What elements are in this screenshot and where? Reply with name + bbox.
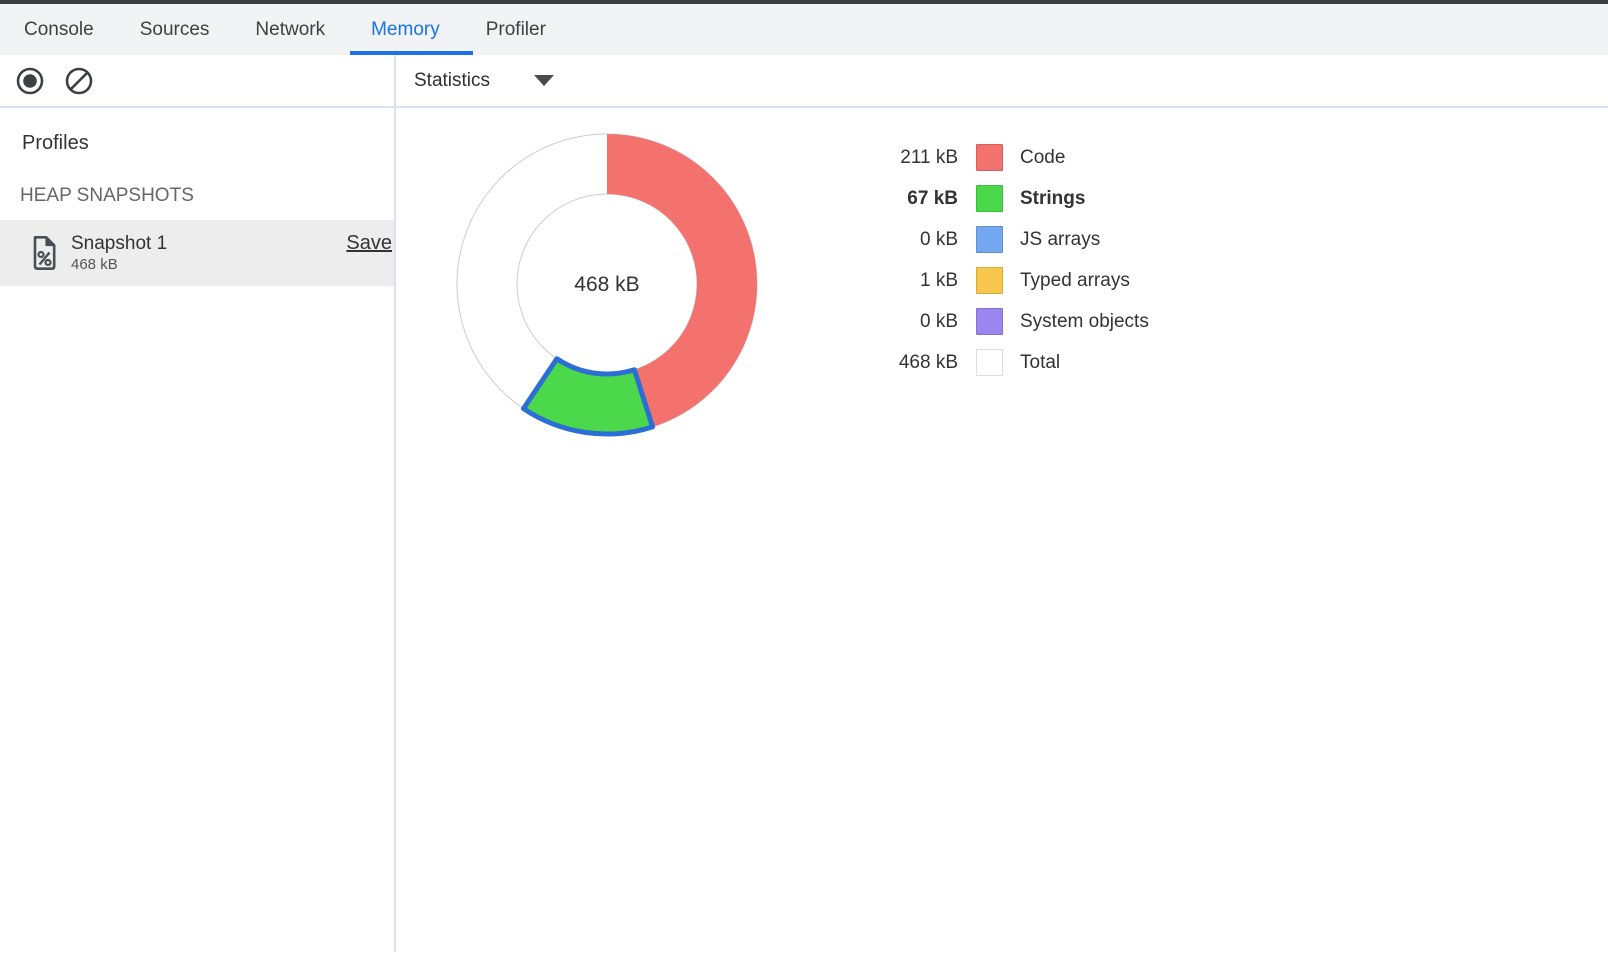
legend-label-strings: Strings (1020, 188, 1085, 210)
panel-tabs: ConsoleSourcesNetworkMemoryProfiler (1, 4, 569, 55)
save-snapshot-link[interactable]: Save (346, 232, 392, 255)
devtools-tab-bar: ConsoleSourcesNetworkMemoryProfiler (0, 4, 1608, 55)
tab-memory[interactable]: Memory (348, 4, 463, 55)
panel-content: Profiles HEAP SNAPSHOTS Snapshot 1 468 k… (0, 108, 1608, 952)
perspective-select-value: Statistics (414, 70, 490, 92)
legend-value-total: 468 kB (848, 352, 958, 374)
heap-snapshots-section-title: HEAP SNAPSHOTS (20, 185, 394, 207)
legend-swatch-code (976, 144, 1003, 171)
snapshot-text: Snapshot 1 468 kB (71, 233, 167, 273)
dropdown-arrow-icon (533, 74, 555, 87)
clear-icon (64, 66, 94, 96)
legend-row-js-arrays: 0 kB JS arrays (848, 219, 1149, 260)
donut-total-label: 468 kB (574, 273, 639, 296)
legend-label-js-arrays: JS arrays (1020, 229, 1100, 251)
legend-swatch-js-arrays (976, 226, 1003, 253)
profiles-heading: Profiles (22, 132, 394, 155)
tab-console[interactable]: Console (1, 4, 117, 55)
clear-profiles-button[interactable] (64, 66, 94, 96)
legend-swatch-system-objects (976, 308, 1003, 335)
legend-value-typed-arrays: 1 kB (848, 270, 958, 292)
legend-row-total: 468 kB Total (848, 342, 1149, 383)
tab-network[interactable]: Network (232, 4, 348, 55)
record-heap-snapshot-button[interactable] (15, 66, 45, 96)
legend-value-system-objects: 0 kB (848, 311, 958, 333)
legend-label-system-objects: System objects (1020, 311, 1149, 333)
legend-label-code: Code (1020, 147, 1065, 169)
legend-swatch-strings (976, 185, 1003, 212)
legend-row-system-objects: 0 kB System objects (848, 301, 1149, 342)
profiles-sidebar: Profiles HEAP SNAPSHOTS Snapshot 1 468 k… (0, 108, 396, 952)
donut-slice-strings[interactable] (523, 359, 652, 434)
record-icon (15, 66, 45, 96)
legend-value-code: 211 kB (848, 147, 958, 169)
tab-profiler[interactable]: Profiler (463, 4, 569, 55)
legend-row-typed-arrays: 1 kB Typed arrays (848, 260, 1149, 301)
legend-row-code: 211 kB Code (848, 137, 1149, 178)
legend-value-js-arrays: 0 kB (848, 229, 958, 251)
profiles-toolbar (0, 55, 396, 106)
tab-sources[interactable]: Sources (117, 4, 233, 55)
snapshot-size: 468 kB (71, 256, 167, 273)
chart-legend: 211 kB Code 67 kB Strings 0 kB JS arrays 1 kB T… (848, 137, 1149, 383)
chart-toolbar: Statistics (396, 55, 1608, 106)
heap-snapshot-file-icon (30, 235, 58, 271)
legend-value-strings: 67 kB (848, 188, 958, 210)
snapshot-title: Snapshot 1 (71, 233, 167, 254)
legend-label-total: Total (1020, 352, 1060, 374)
memory-panel-toolbar: Statistics (0, 55, 1608, 108)
legend-row-strings: 67 kB Strings (848, 178, 1149, 219)
legend-swatch-typed-arrays (976, 267, 1003, 294)
statistics-chart-area: 468 kB 211 kB Code 67 kB Strings 0 kB JS arra… (396, 108, 1608, 952)
legend-swatch-total (976, 349, 1003, 376)
legend-label-typed-arrays: Typed arrays (1020, 270, 1130, 292)
perspective-select[interactable]: Statistics (414, 70, 555, 92)
heap-statistics-donut-chart: 468 kB (437, 114, 777, 454)
snapshot-list-item[interactable]: Snapshot 1 468 kB Save (0, 220, 394, 286)
